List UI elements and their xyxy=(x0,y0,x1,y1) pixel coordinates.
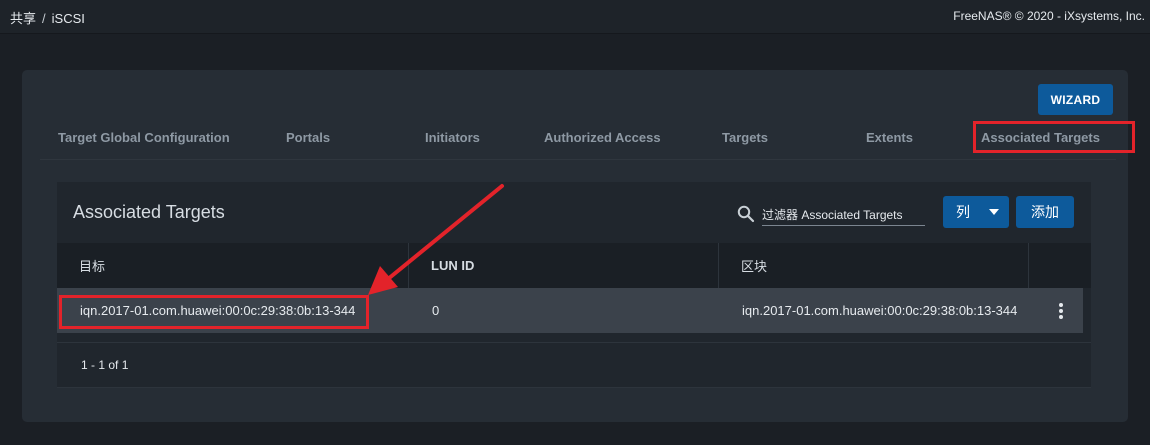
search-icon xyxy=(737,205,755,223)
breadcrumb-separator: / xyxy=(42,11,46,26)
copyright-text: FreeNAS® © 2020 - iXsystems, Inc. xyxy=(953,9,1145,23)
breadcrumb-item-share[interactable]: 共享 xyxy=(10,11,36,26)
add-button[interactable]: 添加 xyxy=(1016,196,1074,228)
tab-targets[interactable]: Targets xyxy=(722,130,768,145)
pagination: 1 - 1 of 1 xyxy=(57,342,1091,388)
row-actions-icon[interactable] xyxy=(1055,301,1067,321)
columns-button-label: 列 xyxy=(956,204,970,220)
tab-extents[interactable]: Extents xyxy=(866,130,913,145)
tab-target-global-configuration[interactable]: Target Global Configuration xyxy=(58,130,230,145)
iscsi-panel: WIZARD Target Global Configuration Porta… xyxy=(22,70,1135,422)
caret-down-icon xyxy=(989,209,999,215)
filter-input[interactable]: 过滤器 Associated Targets xyxy=(762,204,925,226)
associated-targets-card: Associated Targets 过滤器 Associated Target… xyxy=(57,182,1091,388)
cell-extent: iqn.2017-01.com.huawei:00:0c:29:38:0b:13… xyxy=(742,303,1018,318)
column-header-target[interactable]: 目标 xyxy=(57,243,409,288)
breadcrumb: 共享 / iSCSI xyxy=(10,8,85,27)
annotation-box-target-cell xyxy=(59,295,369,329)
column-header-lun-id[interactable]: LUN ID xyxy=(409,243,719,288)
columns-dropdown-button[interactable]: 列 xyxy=(943,196,1009,228)
breadcrumb-item-iscsi: iSCSI xyxy=(51,11,85,26)
tab-bar: Target Global Configuration Portals Init… xyxy=(40,121,1135,160)
card-title: Associated Targets xyxy=(73,202,225,222)
column-header-extent[interactable]: 区块 xyxy=(719,243,1029,288)
wizard-button[interactable]: WIZARD xyxy=(1038,84,1113,115)
table-header: 目标 LUN ID 区块 xyxy=(57,243,1091,288)
top-bar: 共享 / iSCSI FreeNAS® © 2020 - iXsystems, In… xyxy=(0,0,1150,34)
cell-lun-id: 0 xyxy=(432,303,440,318)
tab-portals[interactable]: Portals xyxy=(286,130,330,145)
tab-authorized-access[interactable]: Authorized Access xyxy=(544,130,661,145)
tab-initiators[interactable]: Initiators xyxy=(425,130,480,145)
annotation-box-tab xyxy=(973,121,1135,153)
